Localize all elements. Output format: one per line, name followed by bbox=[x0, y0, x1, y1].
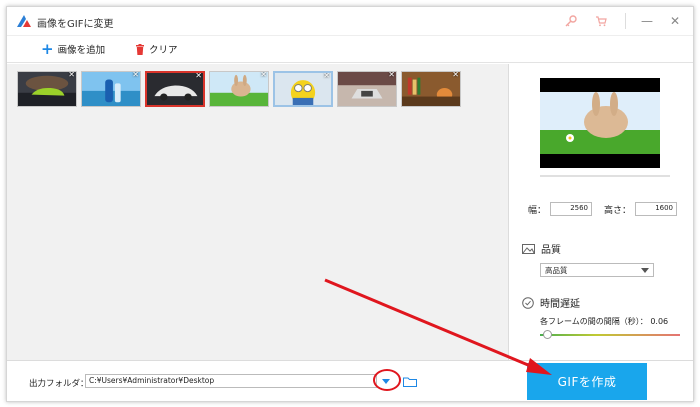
key-icon[interactable] bbox=[563, 13, 579, 29]
thumbnail-minion[interactable]: ✕ bbox=[273, 71, 333, 107]
image-icon bbox=[522, 243, 535, 254]
delay-title: 時間遅延 bbox=[540, 299, 580, 310]
quality-section: 品質 bbox=[522, 241, 561, 256]
add-image-label: 画像を追加 bbox=[57, 45, 106, 56]
preview-image bbox=[540, 78, 660, 168]
delay-section: 時間遅延 bbox=[522, 295, 580, 310]
app-logo-icon bbox=[17, 15, 31, 27]
trash-icon bbox=[136, 43, 144, 55]
thumbnail-bottles-sea[interactable]: ✕ bbox=[81, 71, 141, 107]
quality-select[interactable]: 高品質 bbox=[540, 263, 654, 277]
quality-value: 高品質 bbox=[545, 265, 568, 275]
quality-title: 品質 bbox=[541, 245, 561, 256]
clock-icon bbox=[522, 296, 534, 309]
width-label: 幅： bbox=[528, 205, 547, 216]
chevron-down-icon bbox=[641, 267, 649, 273]
settings-panel: 幅： 2560 高さ： 1600 品質 高品質 時間遅延 各フレームの間の間隔（… bbox=[510, 64, 693, 360]
footer-bar: 出力フォルダ： C:¥Users¥Administrator¥Desktop G… bbox=[7, 360, 693, 401]
title-bar: 画像をGIFに変更 — ✕ bbox=[7, 7, 693, 35]
delay-label-text: 各フレームの間の間隔（秒）： bbox=[540, 317, 648, 326]
clear-button[interactable]: クリア bbox=[135, 42, 178, 56]
window-title: 画像をGIFに変更 bbox=[37, 19, 114, 30]
delay-value: 0.06 bbox=[650, 317, 669, 326]
width-row: 幅： 2560 bbox=[528, 202, 593, 216]
clear-label: クリア bbox=[149, 45, 178, 56]
app-window: 画像をGIFに変更 — ✕ + 画像を追加 クリア ✕ ✕ ✕ ✕ ✕ ✕ ✕ … bbox=[6, 6, 694, 402]
highlight-circle bbox=[373, 369, 401, 391]
titlebar-divider bbox=[625, 13, 626, 29]
create-gif-button[interactable]: GIFを作成 bbox=[527, 363, 647, 400]
output-folder-label: 出力フォルダ： bbox=[29, 379, 89, 389]
width-input[interactable]: 2560 bbox=[550, 202, 593, 216]
thumbnail-laptop[interactable]: ✕ bbox=[337, 71, 397, 107]
image-list[interactable]: ✕ ✕ ✕ ✕ ✕ ✕ ✕ bbox=[7, 64, 509, 360]
folder-icon[interactable] bbox=[403, 376, 417, 387]
thumbnail-books[interactable]: ✕ bbox=[401, 71, 461, 107]
preview-timeline bbox=[540, 175, 670, 177]
toolbar: + 画像を追加 クリア bbox=[7, 35, 693, 63]
delay-slider-track[interactable] bbox=[540, 334, 680, 336]
cart-icon[interactable] bbox=[593, 13, 609, 29]
thumbnail-rabbit-grass[interactable]: ✕ bbox=[209, 71, 269, 107]
add-image-button[interactable]: + 画像を追加 bbox=[41, 40, 106, 58]
height-row: 高さ： 1600 bbox=[604, 202, 678, 216]
plus-icon: + bbox=[41, 40, 54, 58]
output-folder-input[interactable]: C:¥Users¥Administrator¥Desktop bbox=[85, 374, 377, 388]
height-label: 高さ： bbox=[604, 205, 632, 216]
delay-slider-handle[interactable] bbox=[542, 330, 552, 339]
close-icon[interactable]: ✕ bbox=[667, 13, 683, 29]
delay-label: 各フレームの間の間隔（秒）： 0.06 bbox=[540, 316, 668, 327]
minimize-icon[interactable]: — bbox=[639, 13, 655, 29]
height-input[interactable]: 1600 bbox=[635, 202, 678, 216]
thumbnail-car-green[interactable]: ✕ bbox=[17, 71, 77, 107]
thumbnail-white-car[interactable]: ✕ bbox=[145, 71, 205, 107]
